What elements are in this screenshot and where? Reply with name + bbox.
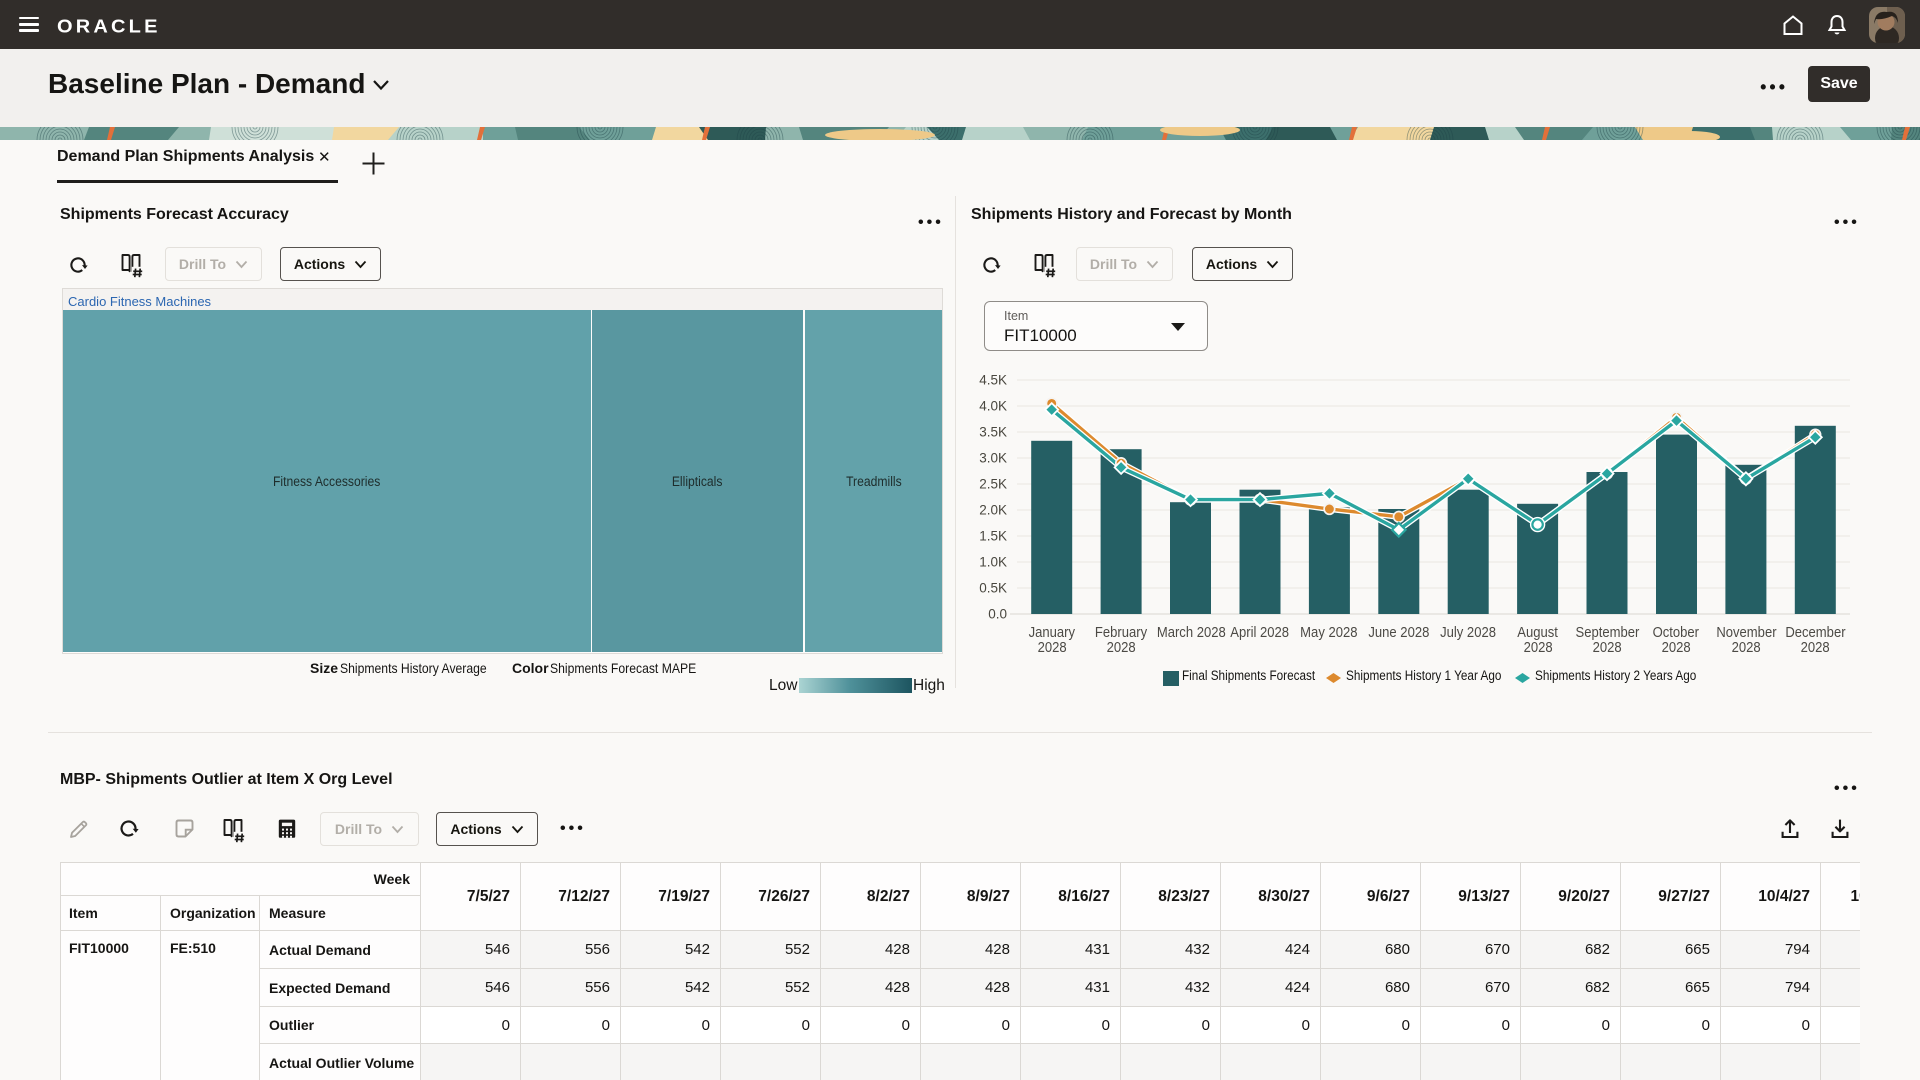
svg-text:2.5K: 2.5K — [979, 477, 1007, 492]
svg-text:4.0K: 4.0K — [979, 399, 1007, 414]
svg-text:0.0: 0.0 — [988, 607, 1007, 622]
svg-text:3.5K: 3.5K — [979, 425, 1007, 440]
svg-text:4.5K: 4.5K — [979, 373, 1007, 388]
svg-text:2.0K: 2.0K — [979, 503, 1007, 518]
svg-text:1.5K: 1.5K — [979, 529, 1007, 544]
svg-text:3.0K: 3.0K — [979, 451, 1007, 466]
svg-text:0.5K: 0.5K — [979, 581, 1007, 596]
svg-text:1.0K: 1.0K — [979, 555, 1007, 570]
